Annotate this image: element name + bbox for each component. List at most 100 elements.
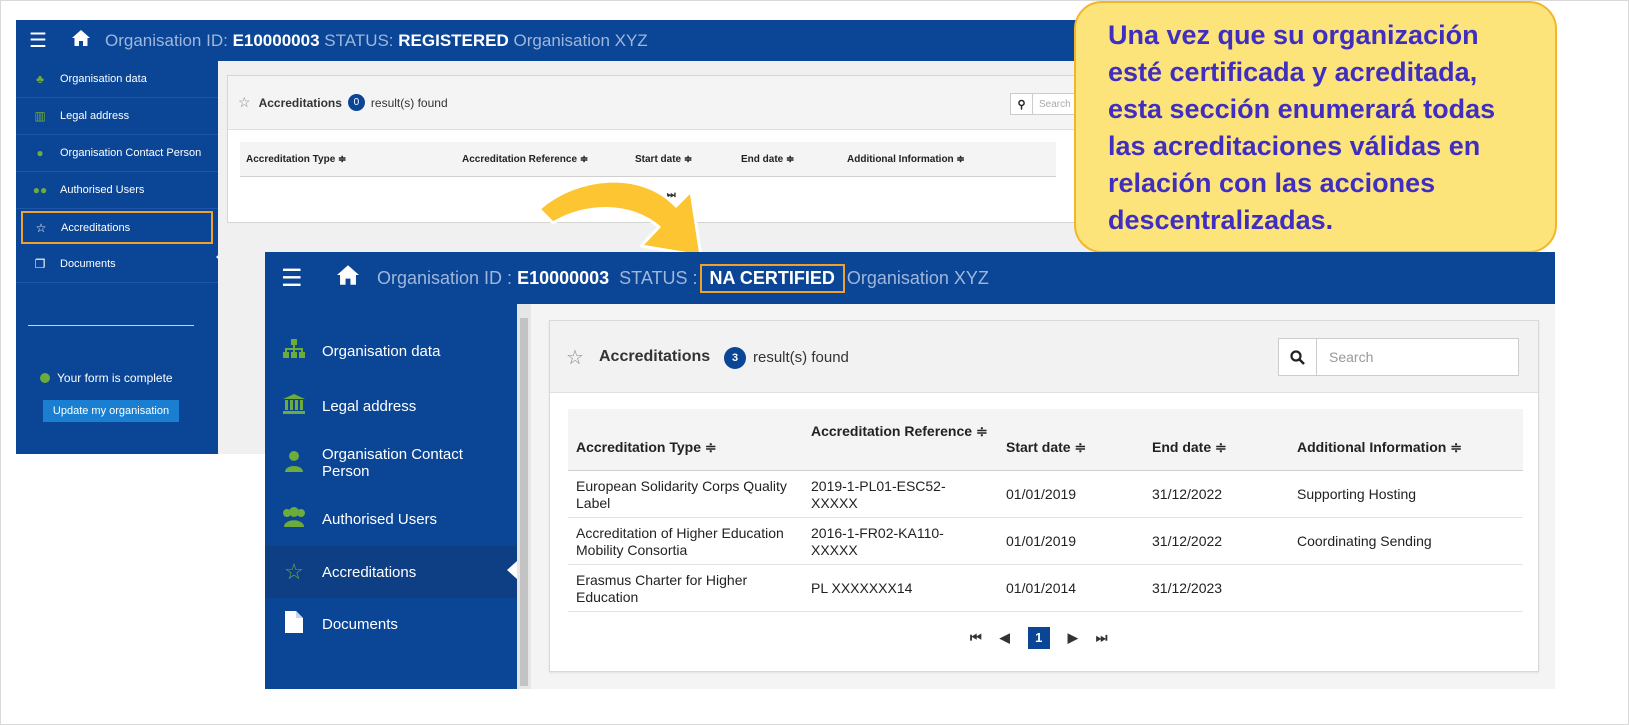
- sidebar-item-documents[interactable]: Documents: [265, 598, 517, 650]
- org-id-value: E10000003: [517, 267, 610, 288]
- column-header-start-date[interactable]: Start date ≑: [1006, 439, 1086, 456]
- sidebar-item-legal-address[interactable]: Legal address: [265, 381, 517, 431]
- column-header-type[interactable]: Accreditation Type ≑: [576, 439, 717, 456]
- sidebar-item-label: Organisation data: [322, 342, 441, 360]
- slide-frame: ☰ Organisation ID: E10000003 STATUS: REG…: [0, 0, 1629, 725]
- search-icon[interactable]: ⚲: [1011, 94, 1033, 114]
- sidebar-item-organisation-data[interactable]: Organisation data: [265, 326, 517, 376]
- column-header-additional-info[interactable]: Additional Information ≑: [847, 154, 965, 165]
- bank-icon: [281, 393, 307, 419]
- result-count-badge: 3: [724, 347, 746, 369]
- table-row[interactable]: Accreditation of Higher Education Mobili…: [568, 518, 1523, 565]
- star-icon: ☆: [35, 220, 47, 235]
- callout-note: Una vez que su organización esté certifi…: [1074, 1, 1557, 253]
- panel-header: ☆ Accreditations 0 result(s) found: [228, 76, 1116, 130]
- cell-start-date: 01/01/2014: [1006, 580, 1077, 596]
- cell-additional-info: Supporting Hosting: [1297, 486, 1417, 502]
- result-count-badge: 0: [347, 94, 365, 111]
- active-caret: [507, 561, 517, 579]
- cell-end-date: 31/12/2022: [1152, 486, 1223, 502]
- sidebar-item-label: Organisation Contact Person: [60, 147, 202, 159]
- update-organisation-button[interactable]: Update my organisation: [43, 400, 179, 422]
- table-row[interactable]: Erasmus Charter for Higher Education PL …: [568, 565, 1523, 612]
- prev-page-button[interactable]: ◀: [1000, 630, 1010, 646]
- search-input[interactable]: Search: [1278, 338, 1519, 376]
- org-id-value: E10000003: [232, 30, 320, 50]
- front-sidebar: Organisation data Legal address Organisa…: [265, 304, 517, 689]
- sidebar-item-documents[interactable]: ❐ Documents: [16, 246, 218, 283]
- home-icon[interactable]: [71, 29, 91, 53]
- document-icon: [281, 610, 307, 638]
- menu-icon[interactable]: ☰: [281, 264, 311, 293]
- org-id-label: Organisation ID :: [377, 267, 518, 288]
- cell-reference: 2016-1-FR02-KA110-XXXXX: [811, 525, 944, 558]
- result-found-text: result(s) found: [753, 349, 849, 366]
- form-complete-status: Your form is complete: [40, 371, 173, 385]
- bank-icon: ▥: [34, 109, 46, 123]
- cell-additional-info: Coordinating Sending: [1297, 533, 1432, 549]
- sidebar-item-label: Organisation Contact Person: [322, 446, 463, 480]
- panel-title: Accreditations: [258, 95, 342, 110]
- cell-end-date: 31/12/2022: [1152, 533, 1223, 549]
- sidebar-divider: [28, 325, 194, 326]
- front-screenshot: ☰ Organisation ID : E10000003 STATUS : N…: [265, 252, 1555, 689]
- status-label: STATUS :: [609, 267, 698, 288]
- star-icon[interactable]: ☆: [566, 345, 584, 370]
- callout-text: Una vez que su organización esté certifi…: [1108, 20, 1496, 235]
- cell-start-date: 01/01/2019: [1006, 486, 1077, 502]
- sidebar-item-contact-person[interactable]: Organisation Contact Person: [265, 436, 517, 490]
- current-page-button[interactable]: 1: [1027, 627, 1050, 649]
- column-header-end-date[interactable]: End date ≑: [1152, 439, 1227, 456]
- status-value: REGISTERED: [398, 30, 509, 50]
- first-page-button[interactable]: ⏮: [970, 630, 982, 646]
- sidebar-item-legal-address[interactable]: ▥ Legal address: [16, 98, 218, 135]
- sidebar-item-label: Documents: [322, 615, 398, 633]
- pagination: ⏮ ◀ 1 ▶ ⏭: [970, 627, 1125, 649]
- home-icon[interactable]: [335, 264, 361, 292]
- form-complete-text: Your form is complete: [57, 371, 173, 385]
- person-icon: ●: [36, 146, 44, 160]
- cell-type: Accreditation of Higher Education Mobili…: [576, 525, 784, 558]
- table-header: Accreditation Type ≑ Accreditation Refer…: [568, 409, 1523, 471]
- result-found-text: result(s) found: [370, 95, 448, 110]
- sidebar-item-label: Authorised Users: [322, 510, 438, 528]
- scrollbar-thumb[interactable]: [520, 318, 528, 686]
- status-value-highlight: NA CERTIFIED: [699, 263, 845, 293]
- table-row[interactable]: European Solidarity Corps Quality Label …: [568, 471, 1523, 518]
- users-icon: ●●: [32, 183, 48, 197]
- star-icon[interactable]: ☆: [238, 94, 251, 111]
- column-header-reference[interactable]: Accreditation Reference ≑: [811, 423, 991, 440]
- sitemap-icon: [281, 338, 307, 364]
- sidebar-item-organisation-data[interactable]: ♣ Organisation data: [16, 61, 218, 98]
- sidebar-item-authorised-users[interactable]: Authorised Users: [265, 494, 517, 544]
- sidebar-item-accreditations[interactable]: ☆ Accreditations: [21, 211, 213, 244]
- cell-start-date: 01/01/2019: [1006, 533, 1077, 549]
- cell-type: Erasmus Charter for Higher Education: [576, 572, 748, 605]
- search-placeholder: Search: [1039, 98, 1071, 110]
- sitemap-icon: ♣: [36, 72, 44, 86]
- column-header-end-date[interactable]: End date ≑: [741, 154, 794, 165]
- sidebar-scrollbar[interactable]: [517, 304, 531, 689]
- search-icon[interactable]: [1279, 339, 1317, 375]
- status-label: STATUS:: [319, 30, 399, 50]
- document-icon: ❐: [34, 257, 46, 271]
- cell-type: European Solidarity Corps Quality Label: [576, 478, 787, 511]
- sidebar-item-label: Documents: [60, 258, 116, 270]
- column-header-type[interactable]: Accreditation Type ≑: [246, 154, 346, 165]
- column-header-additional-info[interactable]: Additional Information ≑: [1297, 439, 1462, 456]
- back-topbar: ☰ Organisation ID: E10000003 STATUS: REG…: [16, 20, 1136, 61]
- users-icon: [281, 506, 307, 532]
- org-name: Organisation XYZ: [846, 267, 989, 288]
- org-id-label: Organisation ID:: [105, 30, 233, 50]
- status-dot-icon: [40, 373, 50, 383]
- sidebar-item-contact-person[interactable]: ● Organisation Contact Person: [16, 135, 218, 172]
- org-name: Organisation XYZ: [508, 30, 648, 50]
- sidebar-item-authorised-users[interactable]: ●● Authorised Users: [16, 172, 218, 209]
- last-page-button[interactable]: ⏭: [1096, 630, 1108, 646]
- front-accreditations-panel: ☆ Accreditations 3 result(s) found Searc…: [549, 320, 1539, 672]
- menu-icon[interactable]: ☰: [29, 28, 49, 53]
- sidebar-item-label: Accreditations: [322, 563, 417, 581]
- next-page-button[interactable]: ▶: [1068, 630, 1078, 646]
- cell-reference: PL XXXXXXX14: [811, 580, 913, 596]
- sidebar-item-accreditations[interactable]: ☆ Accreditations: [265, 546, 517, 598]
